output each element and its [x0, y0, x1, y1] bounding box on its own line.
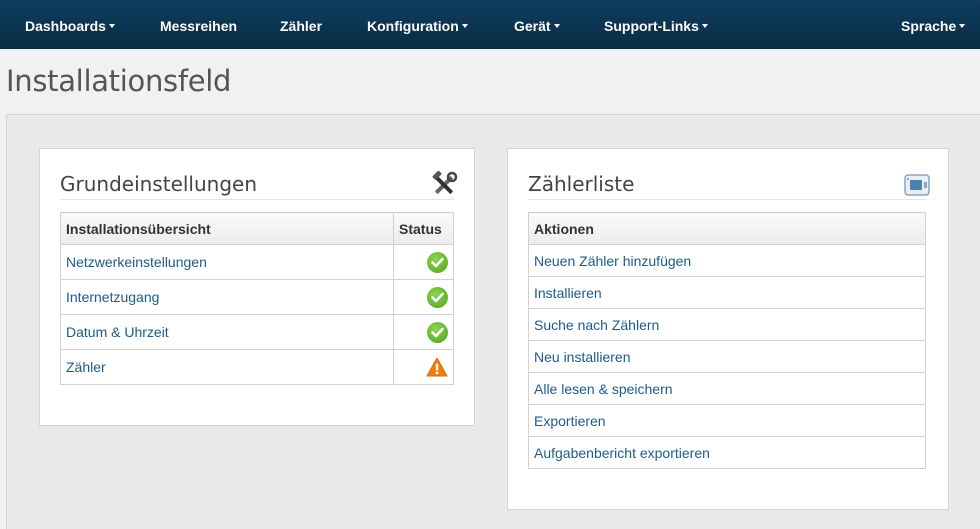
table-row[interactable]: Neuen Zähler hinzufügen	[528, 244, 926, 277]
action-link-reinstall[interactable]: Neu installieren	[528, 340, 926, 373]
caret-down-icon	[959, 24, 966, 29]
grundeinstellungen-title: Grundeinstellungen	[60, 172, 258, 196]
caret-down-icon	[553, 24, 560, 29]
action-link-install[interactable]: Installieren	[528, 276, 926, 309]
nav-dashboards-label: Dashboards	[25, 18, 106, 34]
check-ok-icon	[427, 251, 448, 273]
page-title: Installationsfeld	[6, 64, 232, 98]
nav-sprache-label: Sprache	[901, 18, 957, 34]
warning-icon	[426, 357, 448, 377]
caret-down-icon	[701, 24, 708, 29]
table-row[interactable]: Internetzugang	[60, 279, 454, 315]
status-cell	[393, 279, 454, 315]
nav-sprache[interactable]: Sprache	[901, 0, 966, 49]
setting-link-zaehler[interactable]: Zähler	[60, 349, 394, 385]
table-row[interactable]: Netzwerkeinstellungen	[60, 244, 454, 280]
check-ok-icon	[427, 286, 448, 308]
column-header-status: Status	[393, 212, 454, 245]
meter-icon	[903, 171, 931, 199]
setting-link-netzwerk[interactable]: Netzwerkeinstellungen	[60, 244, 394, 280]
panel-divider	[60, 199, 454, 200]
table-row[interactable]: Installieren	[528, 276, 926, 309]
nav-support-label: Support-Links	[604, 18, 699, 34]
table-row[interactable]: Zähler	[60, 349, 454, 385]
column-header-overview: Installationsübersicht	[60, 212, 394, 245]
column-header-actions: Aktionen	[528, 212, 926, 245]
nav-zaehler[interactable]: Zähler	[280, 0, 322, 49]
setting-link-internet[interactable]: Internetzugang	[60, 279, 394, 315]
table-row[interactable]: Datum & Uhrzeit	[60, 314, 454, 350]
nav-messreihen-label: Messreihen	[160, 18, 238, 34]
table-header-row: Aktionen	[528, 212, 926, 245]
actions-table: Aktionen Neuen Zähler hinzufügen Install…	[528, 212, 926, 469]
table-row[interactable]: Alle lesen & speichern	[528, 372, 926, 405]
tools-icon	[430, 170, 458, 199]
action-link-add-meter[interactable]: Neuen Zähler hinzufügen	[528, 244, 926, 277]
setting-link-datum[interactable]: Datum & Uhrzeit	[60, 314, 394, 350]
action-link-search[interactable]: Suche nach Zählern	[528, 308, 926, 341]
nav-konfiguration[interactable]: Konfiguration	[367, 0, 468, 49]
installation-overview-table: Installationsübersicht Status Netzwerkei…	[60, 212, 454, 385]
nav-konfiguration-label: Konfiguration	[367, 18, 459, 34]
table-row[interactable]: Aufgabenbericht exportieren	[528, 436, 926, 469]
top-navbar: Dashboards Messreihen Zähler Konfigurati…	[0, 0, 980, 49]
table-header-row: Installationsübersicht Status	[60, 212, 454, 245]
panel-divider	[528, 199, 926, 200]
status-cell	[393, 314, 454, 350]
nav-zaehler-label: Zähler	[280, 18, 323, 34]
table-row[interactable]: Suche nach Zählern	[528, 308, 926, 341]
nav-messreihen[interactable]: Messreihen	[160, 0, 237, 49]
table-row[interactable]: Neu installieren	[528, 340, 926, 373]
action-link-export-report[interactable]: Aufgabenbericht exportieren	[528, 436, 926, 469]
nav-geraet[interactable]: Gerät	[514, 0, 560, 49]
status-cell	[393, 244, 454, 280]
caret-down-icon	[461, 24, 468, 29]
zaehlerliste-panel: Zählerliste Aktionen Neuen Zähler hinzuf…	[507, 148, 949, 510]
action-link-export[interactable]: Exportieren	[528, 404, 926, 437]
nav-support-links[interactable]: Support-Links	[604, 0, 708, 49]
status-cell	[393, 349, 454, 385]
nav-dashboards[interactable]: Dashboards	[25, 0, 115, 49]
nav-geraet-label: Gerät	[514, 18, 551, 34]
caret-down-icon	[108, 24, 115, 29]
zaehlerliste-title: Zählerliste	[528, 172, 635, 196]
check-ok-icon	[427, 321, 448, 343]
action-link-read-save[interactable]: Alle lesen & speichern	[528, 372, 926, 405]
table-row[interactable]: Exportieren	[528, 404, 926, 437]
grundeinstellungen-panel: Grundeinstellungen Installationsübersich…	[39, 148, 475, 426]
